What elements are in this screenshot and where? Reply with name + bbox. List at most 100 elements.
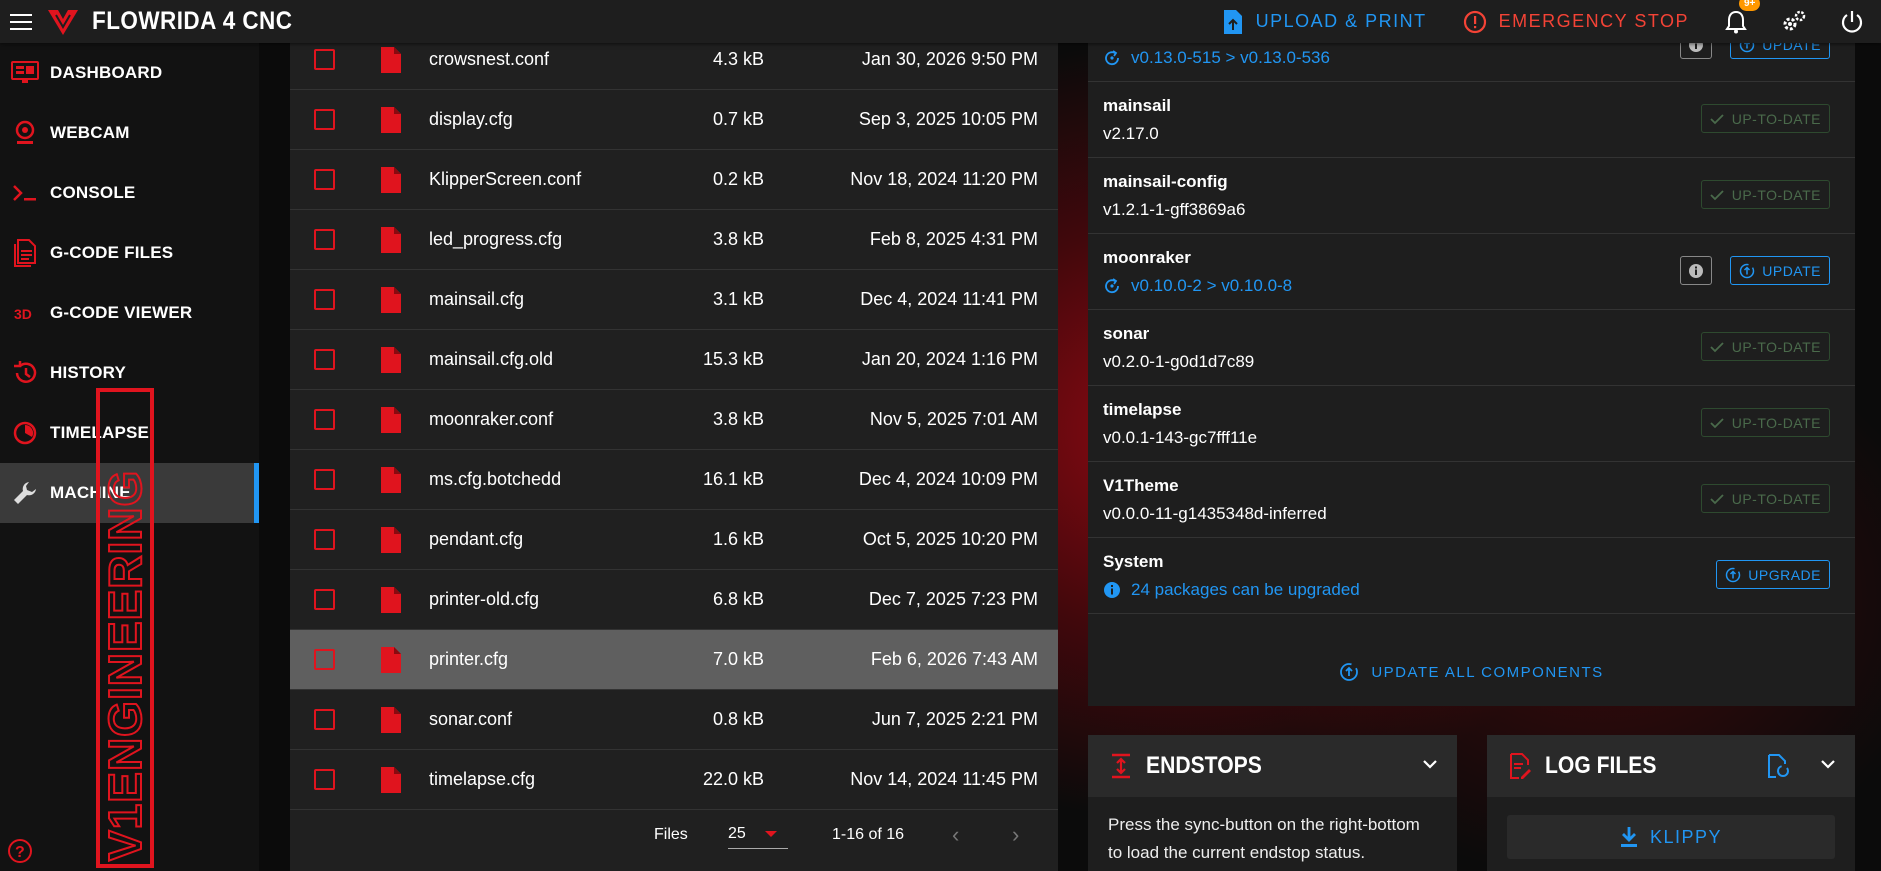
component-name: timelapse (1103, 400, 1182, 419)
file-name[interactable]: display.cfg (429, 109, 513, 130)
update-version-link[interactable]: 24 packages can be upgraded (1103, 580, 1360, 600)
file-icon (381, 286, 401, 313)
file-list: crowsnest.conf 4.3 kB Jan 30, 2026 9:50 PM… (290, 30, 1058, 810)
file-name[interactable]: printer-old.cfg (429, 589, 539, 610)
klippy-log-download-button[interactable]: KLIPPY (1507, 815, 1835, 859)
file-row[interactable]: ms.cfg.botchedd 16.1 kB Dec 4, 2024 10:09 … (290, 450, 1058, 510)
update-row: V1Theme v0.0.0-11-g1435348d-inferred UP-TO… (1088, 462, 1855, 538)
info-circle-icon (1104, 582, 1120, 598)
notifications-button[interactable]: 9+ (1707, 0, 1765, 43)
version-text: v0.0.0-11-g1435348d-inferred (1103, 504, 1327, 523)
file-row[interactable]: display.cfg 0.7 kB Sep 3, 2025 10:05 PM (290, 90, 1058, 150)
sidebar-item-gcode-files[interactable]: G-CODE FILES (0, 223, 259, 283)
settings-button[interactable] (1765, 0, 1823, 43)
notification-badge: 9+ (1739, 0, 1761, 11)
file-icon (381, 706, 401, 733)
upload-print-label: UPLOAD & PRINT (1255, 11, 1427, 31)
update-version-link[interactable]: v0.10.0-2 > v0.10.0-8 (1103, 276, 1292, 296)
file-checkbox[interactable] (314, 229, 335, 250)
file-name[interactable]: ms.cfg.botchedd (429, 469, 561, 490)
file-checkbox[interactable] (314, 589, 335, 610)
file-checkbox[interactable] (314, 289, 335, 310)
file-checkbox[interactable] (314, 709, 335, 730)
file-row[interactable]: moonraker.conf 3.8 kB Nov 5, 2025 7:01 AM (290, 390, 1058, 450)
info-button[interactable] (1680, 256, 1712, 285)
file-row[interactable]: pendant.cfg 1.6 kB Oct 5, 2025 10:20 PM (290, 510, 1058, 570)
component-name: moonraker (1103, 248, 1191, 267)
update-button[interactable]: UPDATE (1730, 256, 1830, 285)
update-row: timelapse v0.0.1-143-gc7fff11e UP-TO-DATE (1088, 386, 1855, 462)
file-name[interactable]: pendant.cfg (429, 529, 523, 550)
chevron-down-icon[interactable] (1819, 755, 1837, 773)
file-checkbox[interactable] (314, 649, 335, 670)
file-name[interactable]: printer.cfg (429, 649, 508, 670)
upgrade-button[interactable]: UPGRADE (1716, 560, 1830, 589)
emergency-stop-button[interactable]: EMERGENCY STOP (1445, 0, 1707, 43)
file-modified-date: Nov 14, 2024 11:45 PM (850, 769, 1038, 789)
version-text: v0.2.0-1-g0d1d7c89 (1103, 352, 1255, 371)
file-checkbox[interactable] (314, 169, 335, 190)
up-to-date-button: UP-TO-DATE (1700, 180, 1830, 209)
file-size: 0.2 kB (712, 169, 764, 189)
file-name[interactable]: timelapse.cfg (429, 769, 535, 790)
sidebar-item-webcam[interactable]: WEBCAM (0, 103, 259, 163)
sidebar-item-console[interactable]: CONSOLE (0, 163, 259, 223)
file-document-icon (8, 238, 42, 268)
page-range: 1-16 of 16 (832, 826, 905, 843)
help-circle-icon[interactable]: ? (6, 837, 34, 865)
version-text: v1.2.1-1-gff3869a6 (1103, 200, 1246, 219)
file-modified-date: Feb 8, 2025 4:31 PM (869, 229, 1038, 249)
power-button[interactable] (1823, 0, 1881, 43)
sidebar-item-dashboard[interactable]: DASHBOARD (0, 43, 259, 103)
file-checkbox[interactable] (314, 769, 335, 790)
file-name[interactable]: moonraker.conf (429, 409, 553, 430)
file-checkbox[interactable] (314, 529, 335, 550)
file-name[interactable]: mainsail.cfg.old (429, 349, 553, 370)
sidebar-item-label: G-CODE VIEWER (50, 303, 193, 322)
file-checkbox[interactable] (314, 409, 335, 430)
update-list: klipperv0.13.0-515 > v0.13.0-536UPDATEma… (1088, 22, 1855, 614)
file-checkbox[interactable] (314, 109, 335, 130)
file-row[interactable]: printer.cfg 7.0 kB Feb 6, 2026 7:43 AM (290, 630, 1058, 690)
file-name[interactable]: mainsail.cfg (429, 289, 524, 310)
file-icon (381, 586, 401, 613)
file-row[interactable]: sonar.conf 0.8 kB Jun 7, 2025 2:21 PM (290, 690, 1058, 750)
endstops-header[interactable]: ENDSTOPS (1088, 735, 1457, 797)
file-row[interactable]: led_progress.cfg 3.8 kB Feb 8, 2025 4:31 P… (290, 210, 1058, 270)
chevron-down-icon[interactable] (1421, 755, 1439, 773)
file-modified-date: Nov 5, 2025 7:01 AM (869, 409, 1038, 429)
menu-icon[interactable] (0, 0, 42, 43)
pagination-bar: Files 25 1-16 of 16 ‹ › (290, 799, 1058, 871)
file-size: 16.1 kB (702, 469, 764, 489)
files-per-page-select[interactable]: 25 (728, 819, 788, 849)
file-row[interactable]: mainsail.cfg 3.1 kB Dec 4, 2024 11:41 PM (290, 270, 1058, 330)
file-row[interactable]: mainsail.cfg.old 15.3 kB Jan 20, 2024 1:16… (290, 330, 1058, 390)
chevron-right-icon[interactable]: › (1012, 822, 1019, 848)
file-size: 3.1 kB (712, 289, 764, 309)
file-name[interactable]: led_progress.cfg (429, 229, 562, 250)
file-checkbox[interactable] (314, 349, 335, 370)
file-size: 1.6 kB (712, 529, 764, 549)
update-version-link[interactable]: v0.13.0-515 > v0.13.0-536 (1103, 48, 1330, 68)
file-name[interactable]: sonar.conf (429, 709, 512, 730)
file-icon (381, 166, 401, 193)
logo-icon[interactable] (42, 0, 84, 43)
sidebar-item-label: G-CODE FILES (50, 243, 174, 262)
upload-print-button[interactable]: UPLOAD & PRINT (1204, 0, 1445, 43)
file-row[interactable]: printer-old.cfg 6.8 kB Dec 7, 2025 7:23 PM (290, 570, 1058, 630)
file-name[interactable]: KlipperScreen.conf (429, 169, 581, 190)
log-files-header[interactable]: LOG FILES (1487, 735, 1855, 797)
update-all-components-button[interactable]: UPDATE ALL COMPONENTS (1088, 638, 1855, 706)
top-bar: FLOWRIDA 4 CNC UPLOAD & PRINT EMERGENCY … (0, 0, 1881, 43)
file-modified-date: Dec 4, 2024 11:41 PM (860, 289, 1038, 309)
arrow-collapse-vertical-icon (1112, 753, 1130, 779)
file-name[interactable]: crowsnest.conf (429, 49, 549, 70)
update-manager-card: klipperv0.13.0-515 > v0.13.0-536UPDATEma… (1088, 22, 1855, 706)
file-row[interactable]: KlipperScreen.conf 0.2 kB Nov 18, 2024 11:… (290, 150, 1058, 210)
file-icon (381, 46, 401, 73)
file-sync-icon[interactable] (1767, 754, 1789, 778)
file-checkbox[interactable] (314, 49, 335, 70)
sidebar-item-gcode-viewer[interactable]: 3D G-CODE VIEWER (0, 283, 259, 343)
chevron-left-icon[interactable]: ‹ (952, 822, 959, 848)
file-checkbox[interactable] (314, 469, 335, 490)
